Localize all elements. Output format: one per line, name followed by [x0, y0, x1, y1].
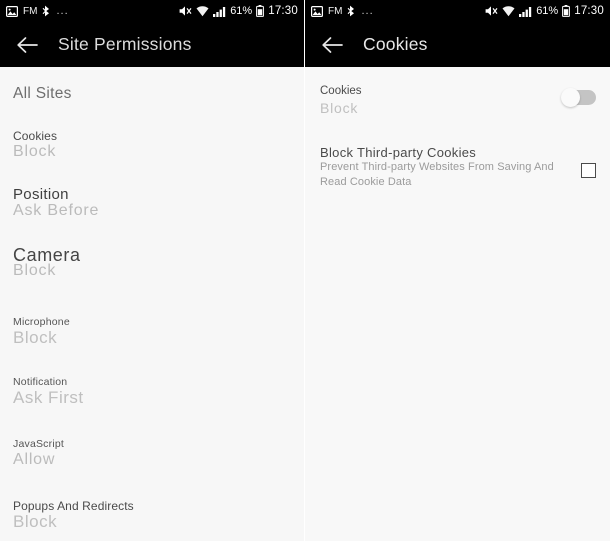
- list-item-value: Allow: [13, 451, 56, 468]
- wifi-icon: [196, 5, 209, 17]
- setting-texts: Cookies Block: [320, 84, 562, 117]
- mute-icon: [485, 5, 498, 17]
- list-item-value: Block: [13, 512, 58, 531]
- list-item-cookies[interactable]: Cookies Block: [0, 129, 304, 160]
- more-dots-icon: ...: [56, 5, 69, 17]
- fm-label: FM: [328, 5, 343, 17]
- battery-percent-label: 61%: [536, 5, 559, 17]
- arrow-left-icon: [321, 36, 343, 54]
- block-third-party-cookies-checkbox[interactable]: [581, 163, 596, 178]
- list-item-microphone[interactable]: Microphone Block: [0, 315, 304, 346]
- arrow-left-icon: [16, 36, 38, 54]
- section-header-all-sites: All Sites: [13, 85, 72, 102]
- status-bar-right: FM ... 61% 17:30: [305, 0, 610, 22]
- site-permissions-list: All Sites Cookies Block Position Ask Bef…: [0, 67, 304, 541]
- signal-icon: [519, 6, 532, 17]
- list-item-popups-and-redirects[interactable]: Popups And Redirects Block: [0, 499, 304, 530]
- bluetooth-share-icon: [42, 5, 51, 17]
- wifi-icon: [502, 5, 515, 17]
- signal-icon: [213, 6, 226, 17]
- list-item-title: Cookies: [13, 129, 58, 143]
- battery-icon: [562, 5, 571, 17]
- left-phone-screen: FM ... 61% 17:30 Site Permissions All Si…: [0, 0, 305, 541]
- clock-label: 17:30: [268, 5, 298, 17]
- right-phone-screen: FM ... 61% 17:30 Cookies Cookies Block B…: [305, 0, 610, 541]
- cookies-toggle[interactable]: [561, 88, 596, 107]
- status-bar-right-icons: 61% 17:30: [179, 5, 298, 17]
- setting-title: Cookies: [320, 85, 362, 97]
- list-item-title: Camera: [13, 245, 81, 265]
- battery-percent-label: 61%: [230, 5, 253, 17]
- bluetooth-share-icon: [347, 5, 356, 17]
- app-bar-left: Site Permissions: [0, 22, 304, 67]
- status-bar-left: FM ... 61% 17:30: [0, 0, 304, 22]
- back-button-right[interactable]: [317, 30, 347, 60]
- setting-value: Block: [320, 100, 359, 116]
- setting-row-block-third-party-cookies[interactable]: Block Third-party Cookies Prevent Third-…: [305, 145, 610, 190]
- list-item-value: Block: [13, 143, 57, 160]
- list-item-title: Popups And Redirects: [13, 499, 134, 513]
- dual-screenshot-container: FM ... 61% 17:30 Site Permissions All Si…: [0, 0, 610, 541]
- fm-label: FM: [23, 5, 38, 17]
- more-dots-icon: ...: [361, 5, 374, 17]
- list-item-title: JavaScript: [13, 438, 65, 450]
- list-item-javascript[interactable]: JavaScript Allow: [0, 437, 304, 468]
- image-icon: [311, 5, 323, 17]
- status-bar-right-icons: 61% 17:30: [485, 5, 604, 17]
- image-icon: [6, 5, 18, 17]
- status-bar-left-icons: FM ...: [6, 5, 179, 17]
- mute-icon: [179, 5, 192, 17]
- list-item-value: Ask Before: [13, 202, 100, 219]
- list-item-notification[interactable]: Notification Ask First: [0, 375, 304, 406]
- setting-texts: Block Third-party Cookies Prevent Third-…: [320, 145, 581, 190]
- battery-icon: [256, 5, 265, 17]
- page-title-left: Site Permissions: [58, 34, 192, 54]
- toggle-knob: [561, 88, 580, 107]
- setting-title: Block Third-party Cookies: [320, 145, 477, 160]
- list-item-title: Microphone: [13, 316, 70, 328]
- cookies-settings-panel: Cookies Block Block Third-party Cookies …: [305, 67, 610, 541]
- setting-description: Prevent Third-party Websites From Saving…: [320, 161, 554, 188]
- page-title-right: Cookies: [363, 34, 428, 54]
- list-item-title: Notification: [13, 376, 68, 388]
- list-item-position[interactable]: Position Ask Before: [0, 186, 304, 219]
- back-button-left[interactable]: [12, 30, 42, 60]
- app-bar-right: Cookies: [305, 22, 610, 67]
- list-item-camera[interactable]: Camera Block: [0, 245, 304, 279]
- list-item-title: Position: [13, 186, 69, 203]
- list-item-value: Ask First: [13, 388, 84, 407]
- clock-label: 17:30: [574, 5, 604, 17]
- status-bar-left-icons: FM ...: [311, 5, 485, 17]
- setting-row-cookies[interactable]: Cookies Block: [305, 84, 610, 117]
- list-item-value: Block: [13, 328, 58, 347]
